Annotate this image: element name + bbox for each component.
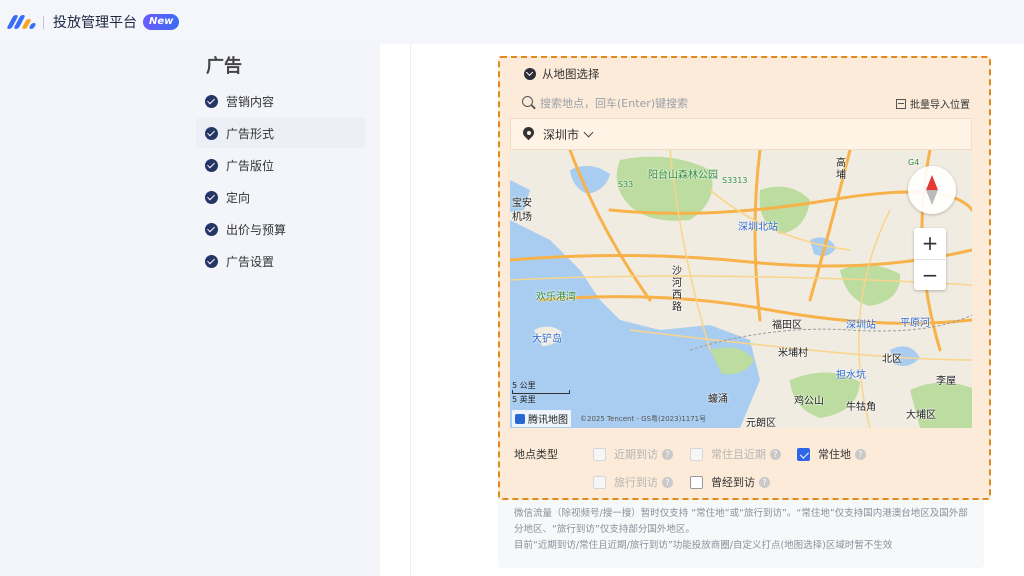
sidebar-step-label: 广告版位 bbox=[226, 158, 275, 173]
option-label: 常住地 bbox=[818, 448, 851, 461]
sidebar-step-label: 定向 bbox=[226, 190, 251, 205]
map-brand: 腾讯地图 bbox=[512, 410, 571, 427]
main-divider bbox=[410, 44, 411, 576]
map-label-s3313: S3313 bbox=[722, 176, 748, 185]
city-name: 深圳市 bbox=[543, 127, 580, 142]
tencent-map-logo-icon bbox=[515, 413, 525, 424]
map-select-title: 从地图选择 bbox=[542, 67, 600, 81]
location-type-label: 地点类型 bbox=[514, 448, 558, 461]
map-label-yuen-long: 元朗区 bbox=[746, 418, 776, 428]
sidebar-step-marketing-content[interactable]: 营销内容 bbox=[196, 86, 366, 116]
map-label-liwu: 李屋 bbox=[936, 376, 956, 387]
check-circle-icon bbox=[205, 158, 218, 172]
help-icon[interactable]: ? bbox=[662, 476, 673, 488]
platform-title: 投放管理平台 bbox=[53, 15, 137, 31]
map-label-shenzhen-station: 深圳站 bbox=[846, 320, 876, 331]
checkbox[interactable] bbox=[690, 475, 703, 489]
checkbox bbox=[593, 447, 606, 461]
help-icon[interactable]: ? bbox=[662, 448, 673, 460]
checkbox bbox=[690, 447, 703, 461]
map-label-dachan-island: 大铲岛 bbox=[532, 334, 562, 345]
option-label: 近期到访 bbox=[614, 448, 658, 461]
location-pin-icon bbox=[523, 127, 534, 141]
map-view[interactable]: 阳台山森林公园 深圳北站 宝安 机场 欢乐港湾 沙 河 西 路 大铲岛 福田区 … bbox=[510, 150, 972, 428]
check-circle-icon bbox=[205, 222, 218, 236]
map-label-airport: 机场 bbox=[512, 212, 532, 223]
help-icon[interactable]: ? bbox=[759, 476, 770, 488]
check-circle-icon bbox=[205, 126, 218, 140]
map-label-s33: S33 bbox=[618, 180, 634, 189]
option-resident-and-recent: 常住且近期 ? bbox=[690, 446, 781, 462]
map-label-pingyuan: 平原河 bbox=[900, 318, 930, 329]
map-label-baoan: 宝安 bbox=[512, 198, 532, 209]
sidebar-step-label: 营销内容 bbox=[226, 94, 275, 109]
sidebar-step-bid-budget[interactable]: 出价与预算 bbox=[196, 214, 366, 244]
map-label-lu: 路 bbox=[672, 302, 682, 313]
option-label: 曾经到访 bbox=[711, 476, 755, 489]
note-line-2: 分地区、“旅行到访”仅支持部分国外地区。 bbox=[514, 524, 695, 535]
option-past-visit[interactable]: 曾经到访 ? bbox=[690, 474, 770, 490]
sidebar-step-targeting[interactable]: 定向 bbox=[196, 182, 366, 212]
map-brand-name: 腾讯地图 bbox=[528, 415, 568, 426]
map-label-pu: 埔 bbox=[836, 170, 846, 181]
compass-icon[interactable] bbox=[908, 166, 956, 214]
help-icon[interactable]: ? bbox=[855, 448, 866, 460]
sidebar-step-label: 广告形式 bbox=[226, 126, 275, 141]
check-circle-icon bbox=[205, 190, 218, 204]
sidebar-step-ad-format[interactable]: 广告形式 bbox=[196, 118, 366, 148]
sidebar: 广告 营销内容 广告形式 广告版位 定向 出价与预算 广告设置 bbox=[0, 44, 380, 576]
option-label: 旅行到访 bbox=[614, 476, 658, 489]
chevron-down-icon bbox=[583, 127, 594, 137]
sidebar-step-ad-placement[interactable]: 广告版位 bbox=[196, 150, 366, 180]
batch-import-button[interactable]: 批量导入位置 bbox=[896, 96, 970, 111]
map-label-futian: 福田区 bbox=[772, 320, 802, 331]
zoom-in-button[interactable]: + bbox=[914, 228, 946, 259]
map-label-shenzhen-north: 深圳北站 bbox=[738, 222, 778, 233]
checkbox[interactable] bbox=[797, 447, 810, 461]
zoom-out-button[interactable]: − bbox=[914, 259, 946, 290]
scale-miles: 5 英里 bbox=[512, 395, 536, 404]
map-label-jigongshan: 鸡公山 bbox=[794, 396, 824, 407]
map-select-header[interactable]: 从地图选择 bbox=[518, 66, 600, 82]
option-label: 常住且近期 bbox=[711, 448, 766, 461]
option-travel-visit: 旅行到访 ? bbox=[593, 474, 673, 490]
map-label-tai-po: 大埔区 bbox=[906, 410, 936, 421]
map-copyright: ©2025 Tencent - GS粤(2023)1171号 bbox=[580, 415, 707, 423]
map-label-niuguijiao: 牛牯角 bbox=[846, 402, 876, 413]
top-bar: 投放管理平台 New bbox=[0, 0, 1024, 44]
map-label-g4: G4 bbox=[908, 158, 920, 167]
check-circle-icon bbox=[205, 94, 218, 108]
check-circle-icon bbox=[205, 254, 218, 268]
option-resident[interactable]: 常住地 ? bbox=[797, 446, 866, 462]
option-recent-visit: 近期到访 ? bbox=[593, 446, 673, 462]
new-badge: New bbox=[143, 14, 180, 30]
help-icon[interactable]: ? bbox=[770, 448, 781, 460]
batch-import-label: 批量导入位置 bbox=[910, 100, 970, 111]
collapse-check-icon bbox=[524, 68, 536, 80]
header-divider bbox=[43, 15, 44, 29]
search-icon bbox=[522, 96, 533, 107]
sidebar-title: 广告 bbox=[206, 56, 242, 77]
map-label-mipu: 米埔村 bbox=[778, 348, 808, 359]
city-selector[interactable]: 深圳市 bbox=[510, 118, 972, 150]
map-graphic bbox=[510, 150, 972, 428]
note-line-1: 微信流量（除视频号/搜一搜）暂时仅支持 “常住地”或“旅行到访”。“常住地”仅支… bbox=[514, 508, 968, 519]
checkbox bbox=[593, 475, 606, 489]
map-label-danshuikeng: 担水坑 bbox=[836, 370, 866, 381]
map-label-huanle-gangwan: 欢乐港湾 bbox=[536, 292, 576, 303]
import-icon bbox=[896, 98, 906, 109]
map-label-haochong: 蠔涌 bbox=[708, 394, 728, 405]
zoom-control: + − bbox=[914, 228, 946, 290]
map-label-yangtaishan: 阳台山森林公园 bbox=[648, 170, 718, 181]
sidebar-step-label: 广告设置 bbox=[226, 254, 275, 269]
map-label-north-district: 北区 bbox=[882, 354, 902, 365]
location-search-input[interactable] bbox=[540, 94, 840, 112]
sidebar-step-label: 出价与预算 bbox=[226, 222, 287, 237]
note-line-3: 目前“近期到访/常住且近期/旅行到访”功能投放商圈/自定义打点(地图选择)区域时… bbox=[514, 540, 893, 551]
platform-logo-icon[interactable] bbox=[6, 12, 37, 32]
sidebar-step-ad-settings[interactable]: 广告设置 bbox=[196, 246, 366, 276]
